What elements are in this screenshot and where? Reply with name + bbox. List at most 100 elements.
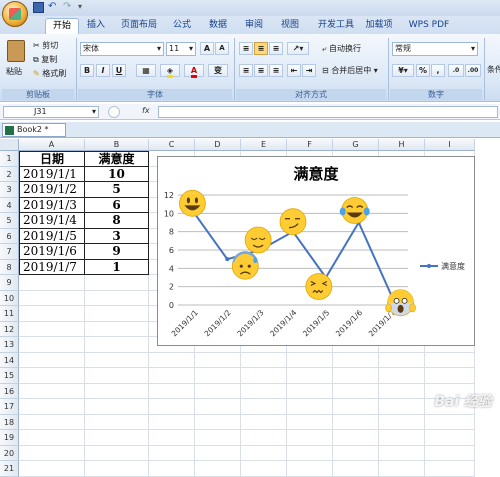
- tab-page-layout[interactable]: 页面布局: [115, 18, 163, 34]
- cell[interactable]: [333, 352, 379, 368]
- table-data-cell[interactable]: 2019/1/6: [19, 244, 85, 260]
- cell[interactable]: [333, 461, 379, 477]
- row-header-13[interactable]: 13: [0, 337, 19, 353]
- cell[interactable]: [287, 461, 333, 477]
- decrease-indent-icon[interactable]: ⇤: [287, 64, 301, 77]
- row-header-21[interactable]: 21: [0, 461, 19, 477]
- cell[interactable]: [241, 399, 287, 415]
- cut-button[interactable]: ✂ 剪切: [33, 40, 58, 51]
- cell[interactable]: [149, 430, 195, 446]
- table-data-cell[interactable]: 2019/1/5: [19, 228, 85, 244]
- cell[interactable]: [287, 445, 333, 461]
- tab-developer[interactable]: 开发工具: [312, 18, 360, 34]
- row-header-4[interactable]: 4: [0, 197, 19, 213]
- tab-view[interactable]: 视图: [276, 18, 304, 34]
- paste-button[interactable]: 粘贴: [3, 38, 29, 84]
- column-header-a[interactable]: A: [19, 139, 85, 151]
- cell[interactable]: [425, 445, 475, 461]
- comma-button[interactable]: ,: [431, 64, 445, 77]
- column-header-b[interactable]: B: [85, 139, 149, 151]
- cell[interactable]: [333, 399, 379, 415]
- cell[interactable]: [85, 306, 149, 322]
- cell[interactable]: [149, 352, 195, 368]
- table-data-cell[interactable]: 2019/1/4: [19, 213, 85, 229]
- table-data-cell[interactable]: 1: [85, 259, 149, 275]
- cell[interactable]: [379, 399, 425, 415]
- cell[interactable]: [19, 306, 85, 322]
- align-middle-icon[interactable]: ≡: [254, 42, 268, 55]
- cell[interactable]: [85, 337, 149, 353]
- redo-icon[interactable]: ↷: [63, 2, 74, 13]
- row-header-5[interactable]: 5: [0, 213, 19, 229]
- office-button[interactable]: [2, 1, 28, 27]
- cell[interactable]: [19, 414, 85, 430]
- cell[interactable]: [241, 414, 287, 430]
- table-data-cell[interactable]: 9: [85, 244, 149, 260]
- cell[interactable]: [19, 275, 85, 291]
- cell[interactable]: [195, 430, 241, 446]
- cell[interactable]: [85, 290, 149, 306]
- cell[interactable]: [19, 399, 85, 415]
- increase-decimal-icon[interactable]: .0: [448, 64, 464, 77]
- table-data-cell[interactable]: 5: [85, 182, 149, 198]
- cell[interactable]: [379, 414, 425, 430]
- table-data-cell[interactable]: 6: [85, 197, 149, 213]
- table-data-cell[interactable]: 8: [85, 213, 149, 229]
- cell[interactable]: [287, 430, 333, 446]
- row-header-6[interactable]: 6: [0, 228, 19, 244]
- cell[interactable]: [149, 445, 195, 461]
- cell[interactable]: [149, 399, 195, 415]
- table-data-cell[interactable]: 2019/1/1: [19, 166, 85, 182]
- merge-center-button[interactable]: ⊟ 合并后居中 ▾: [322, 65, 378, 76]
- font-name-select[interactable]: 宋体 ▾: [80, 42, 164, 56]
- tab-wps-pdf[interactable]: WPS PDF: [406, 18, 452, 34]
- cell[interactable]: [85, 430, 149, 446]
- borders-icon[interactable]: ▦: [136, 64, 156, 77]
- cell[interactable]: [85, 414, 149, 430]
- orientation-icon[interactable]: ↗▾: [287, 42, 309, 55]
- currency-icon[interactable]: ¥▾: [392, 64, 414, 77]
- copy-button[interactable]: ⧉ 复制: [33, 54, 57, 65]
- align-bottom-icon[interactable]: ≡: [269, 42, 283, 55]
- cell[interactable]: [333, 430, 379, 446]
- cell[interactable]: [241, 383, 287, 399]
- row-header-14[interactable]: 14: [0, 352, 19, 368]
- cell[interactable]: [333, 445, 379, 461]
- percent-button[interactable]: %: [416, 64, 430, 77]
- cell[interactable]: [149, 383, 195, 399]
- cell[interactable]: [241, 430, 287, 446]
- cell[interactable]: [195, 383, 241, 399]
- formula-input[interactable]: [158, 106, 498, 118]
- table-data-cell[interactable]: 2019/1/7: [19, 259, 85, 275]
- cell[interactable]: [19, 383, 85, 399]
- name-box[interactable]: J31 ▾: [3, 106, 99, 118]
- cell[interactable]: [195, 461, 241, 477]
- cell[interactable]: [19, 337, 85, 353]
- cell[interactable]: [19, 368, 85, 384]
- bold-button[interactable]: B: [80, 64, 94, 77]
- row-header-11[interactable]: 11: [0, 306, 19, 322]
- table-data-cell[interactable]: 2019/1/3: [19, 197, 85, 213]
- cell[interactable]: [85, 368, 149, 384]
- column-header-g[interactable]: G: [333, 139, 379, 151]
- font-color-icon[interactable]: A: [184, 64, 204, 78]
- increase-indent-icon[interactable]: ⇥: [302, 64, 316, 77]
- fill-color-icon[interactable]: ◈: [160, 64, 180, 78]
- cell[interactable]: [85, 461, 149, 477]
- cell[interactable]: [85, 321, 149, 337]
- cell[interactable]: [241, 461, 287, 477]
- cell[interactable]: [85, 383, 149, 399]
- cell[interactable]: [149, 414, 195, 430]
- select-all-corner[interactable]: [0, 139, 19, 151]
- cell[interactable]: [425, 368, 475, 384]
- table-data-cell[interactable]: 2019/1/2: [19, 182, 85, 198]
- tab-formulas[interactable]: 公式: [168, 18, 196, 34]
- wrap-text-button[interactable]: ⤶ 自动换行: [322, 43, 361, 54]
- column-header-d[interactable]: D: [195, 139, 241, 151]
- row-header-19[interactable]: 19: [0, 430, 19, 446]
- cell[interactable]: [195, 414, 241, 430]
- cell[interactable]: [287, 414, 333, 430]
- tab-insert[interactable]: 插入: [84, 18, 108, 34]
- row-header-16[interactable]: 16: [0, 383, 19, 399]
- cell[interactable]: [425, 352, 475, 368]
